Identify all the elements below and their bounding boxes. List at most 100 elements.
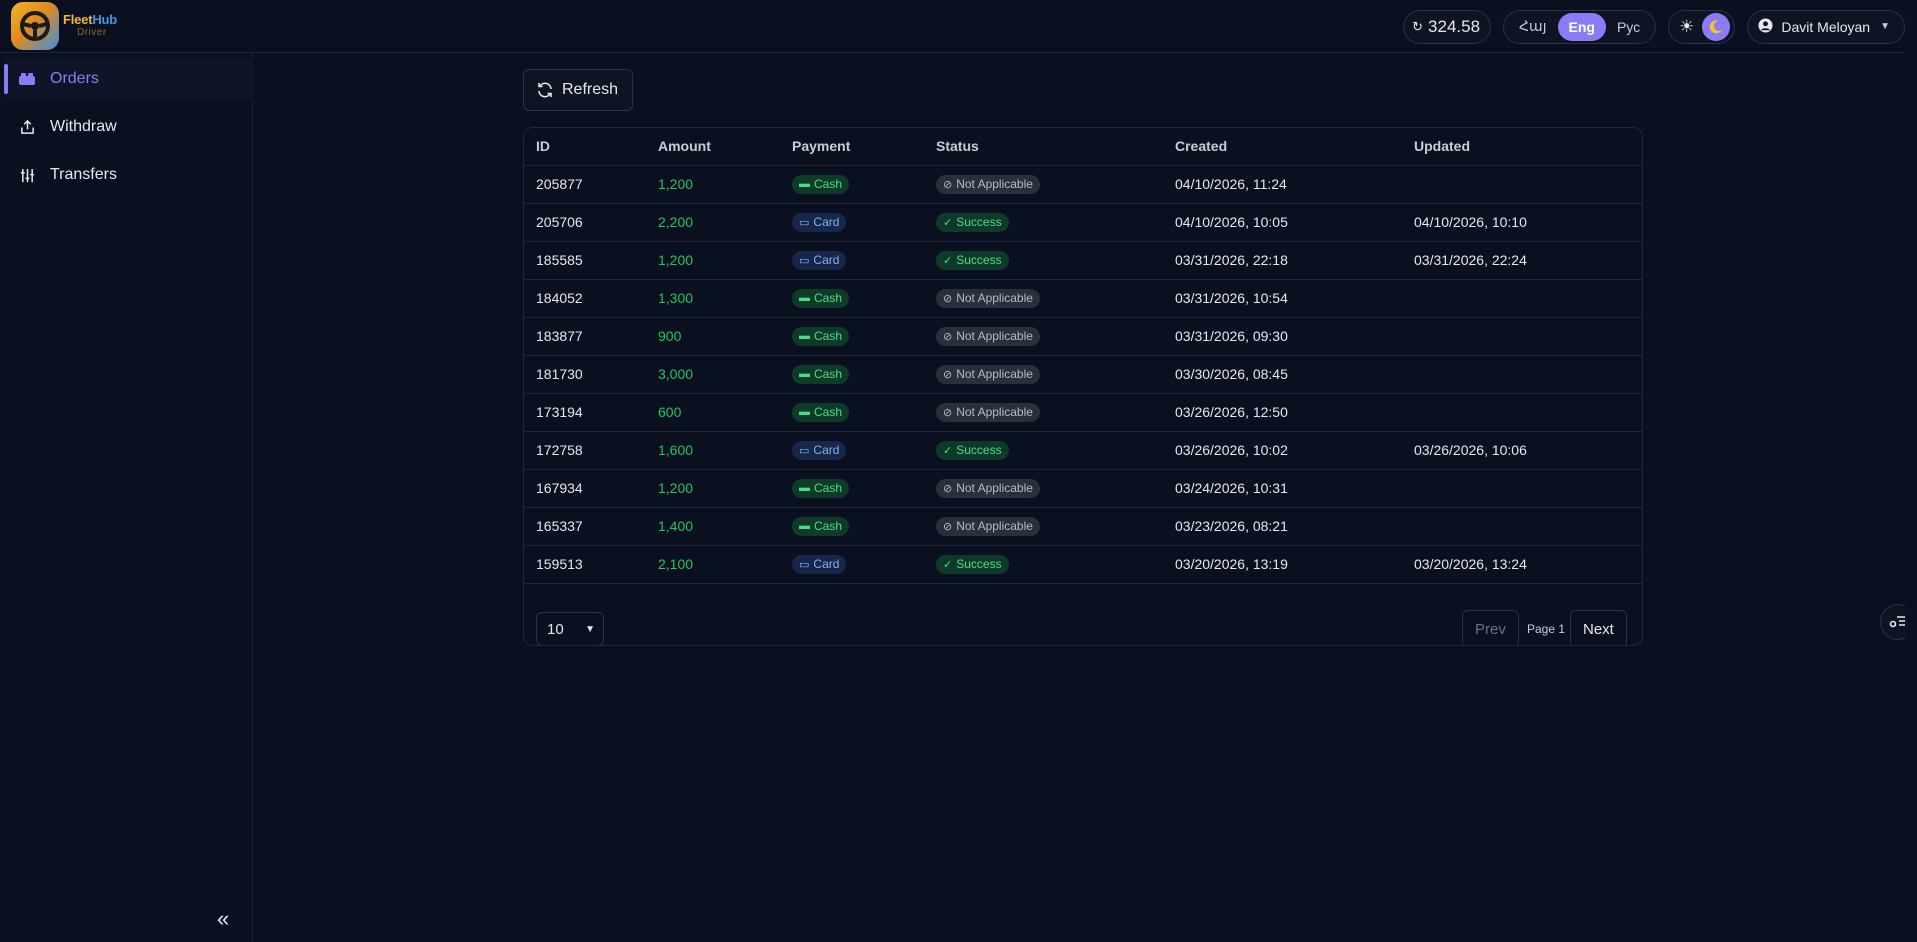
payment-label: Cash bbox=[814, 177, 843, 192]
cell-amount: 2,100 bbox=[646, 545, 780, 584]
table-row[interactable]: 172758 1,600 ▭ Card ✓ Success 03/26/2026, 10:0… bbox=[524, 431, 1642, 470]
payment-label: Cash bbox=[814, 291, 843, 306]
refresh-balance-icon: ↻ bbox=[1412, 18, 1424, 34]
cell-created: 03/26/2026, 10:02 bbox=[1163, 431, 1402, 470]
cell-created: 03/31/2026, 09:30 bbox=[1163, 317, 1402, 356]
cell-payment: ▬ Cash bbox=[780, 355, 924, 394]
payment-label: Cash bbox=[814, 329, 843, 344]
transfers-icon bbox=[18, 168, 36, 183]
cell-updated bbox=[1402, 507, 1642, 546]
cell-status: ⊘ Not Applicable bbox=[924, 469, 1163, 508]
cell-payment: ▬ Cash bbox=[780, 165, 924, 204]
sidebar-item-label: Orders bbox=[50, 70, 99, 87]
status-label: Not Applicable bbox=[956, 291, 1033, 305]
cell-amount: 1,600 bbox=[646, 431, 780, 470]
cell-id: 159513 bbox=[524, 545, 646, 584]
logo-brand: FleetHub bbox=[63, 12, 118, 27]
cell-created: 04/10/2026, 11:24 bbox=[1163, 165, 1402, 204]
table-row[interactable]: 205706 2,200 ▭ Card ✓ Success 04/10/2026, 10:0… bbox=[524, 203, 1642, 242]
table-row[interactable]: 183877 900 ▬ Cash ⊘ Not Applicable 03/31/2026,… bbox=[524, 317, 1642, 356]
lang-en-button[interactable]: Eng bbox=[1557, 12, 1606, 41]
payment-label: Cash bbox=[814, 367, 843, 382]
status-label: Not Applicable bbox=[956, 405, 1033, 419]
column-header-amount[interactable]: Amount bbox=[646, 128, 780, 166]
status-label: Not Applicable bbox=[956, 481, 1033, 495]
table-row[interactable]: 159513 2,100 ▭ Card ✓ Success 03/20/2026, 13:1… bbox=[524, 545, 1642, 584]
refresh-button[interactable]: Refresh bbox=[523, 69, 634, 111]
cell-created: 03/23/2026, 08:21 bbox=[1163, 507, 1402, 546]
cell-status: ⊘ Not Applicable bbox=[924, 355, 1163, 394]
balance-pill[interactable]: ↻ 324.58 bbox=[1403, 9, 1492, 44]
cell-amount: 1,200 bbox=[646, 469, 780, 508]
lang-hy-button[interactable]: Հայ bbox=[1508, 13, 1557, 41]
table-row[interactable]: 165337 1,400 ▬ Cash ⊘ Not Applicable 03/23/202… bbox=[524, 507, 1642, 546]
table-row[interactable]: 173194 600 ▬ Cash ⊘ Not Applicable 03/26/2026,… bbox=[524, 393, 1642, 432]
payment-badge: ▭ Card bbox=[792, 554, 847, 574]
status-label: Not Applicable bbox=[956, 177, 1033, 191]
cell-created: 03/20/2026, 13:19 bbox=[1163, 545, 1402, 584]
lang-ru-button[interactable]: Рус bbox=[1606, 13, 1651, 41]
cell-id: 173194 bbox=[524, 393, 646, 432]
table-row[interactable]: 167934 1,200 ▬ Cash ⊘ Not Applicable 03/24/202… bbox=[524, 469, 1642, 508]
status-label: Success bbox=[956, 557, 1002, 571]
table-row[interactable]: 185585 1,200 ▭ Card ✓ Success 03/31/2026, 22:1… bbox=[524, 241, 1642, 280]
cell-updated: 03/31/2026, 22:24 bbox=[1402, 241, 1642, 280]
sidebar-item-withdraw[interactable]: Withdraw bbox=[4, 107, 253, 147]
page-scrollbar[interactable] bbox=[1905, 0, 1917, 942]
cell-amount: 1,200 bbox=[646, 241, 780, 280]
sidebar-item-label: Withdraw bbox=[50, 118, 117, 135]
status-badge: ⊘ Not Applicable bbox=[936, 326, 1040, 346]
table-row[interactable]: 184052 1,300 ▬ Cash ⊘ Not Applicable 03/31/202… bbox=[524, 279, 1642, 318]
cell-amount: 1,300 bbox=[646, 279, 780, 318]
sidebar-item-transfers[interactable]: Transfers bbox=[4, 155, 253, 195]
cell-id: 172758 bbox=[524, 431, 646, 470]
cell-created: 03/24/2026, 10:31 bbox=[1163, 469, 1402, 508]
page-size-select[interactable]: 10 ▼ bbox=[536, 612, 604, 645]
status-label: Not Applicable bbox=[956, 519, 1033, 533]
cell-payment: ▬ Cash bbox=[780, 279, 924, 318]
payment-badge: ▬ Cash bbox=[792, 174, 850, 194]
column-header-updated[interactable]: Updated bbox=[1402, 128, 1642, 166]
cell-payment: ▬ Cash bbox=[780, 317, 924, 356]
column-header-status[interactable]: Status bbox=[924, 128, 1163, 166]
cell-amount: 2,200 bbox=[646, 203, 780, 242]
table-row[interactable]: 205877 1,200 ▬ Cash ⊘ Not Applicable 04/10/202… bbox=[524, 165, 1642, 204]
steering-wheel-icon bbox=[11, 2, 59, 50]
cell-id: 183877 bbox=[524, 317, 646, 356]
theme-toggle[interactable]: ☀ bbox=[1668, 9, 1736, 44]
cell-created: 03/30/2026, 08:45 bbox=[1163, 355, 1402, 394]
moon-icon[interactable] bbox=[1702, 12, 1731, 41]
cell-amount: 1,400 bbox=[646, 507, 780, 546]
status-badge: ⊘ Not Applicable bbox=[936, 364, 1040, 384]
next-page-button[interactable]: Next bbox=[1570, 610, 1627, 645]
collapse-sidebar-icon[interactable]: « bbox=[217, 906, 229, 932]
payment-label: Cash bbox=[814, 405, 843, 420]
cell-updated bbox=[1402, 165, 1642, 204]
cell-status: ✓ Success bbox=[924, 203, 1163, 242]
language-switcher: Հայ Eng Рус bbox=[1503, 9, 1657, 44]
sidebar-item-label: Transfers bbox=[50, 166, 117, 183]
user-name: Davit Meloyan bbox=[1781, 18, 1871, 35]
sun-icon[interactable]: ☀ bbox=[1679, 17, 1694, 37]
table-row[interactable]: 181730 3,000 ▬ Cash ⊘ Not Applicable 03/30/202… bbox=[524, 355, 1642, 394]
user-menu[interactable]: Davit Meloyan ▼ bbox=[1747, 9, 1905, 44]
column-header-id[interactable]: ID bbox=[524, 128, 646, 166]
payment-badge: ▭ Card bbox=[792, 440, 847, 460]
cell-amount: 900 bbox=[646, 317, 780, 356]
cell-id: 205706 bbox=[524, 203, 646, 242]
withdraw-icon bbox=[18, 119, 36, 135]
status-badge: ⊘ Not Applicable bbox=[936, 288, 1040, 308]
check-icon: ✓ bbox=[943, 254, 953, 267]
cash-icon: ▬ bbox=[799, 330, 810, 343]
credit-card-icon: ▭ bbox=[799, 444, 810, 457]
status-label: Not Applicable bbox=[956, 329, 1033, 343]
cell-status: ✓ Success bbox=[924, 545, 1163, 584]
column-header-created[interactable]: Created bbox=[1163, 128, 1402, 166]
cell-id: 181730 bbox=[524, 355, 646, 394]
prev-page-button[interactable]: Prev bbox=[1462, 610, 1519, 645]
column-header-payment[interactable]: Payment bbox=[780, 128, 924, 166]
logo[interactable]: FleetHub Driver bbox=[11, 2, 117, 50]
cell-created: 03/31/2026, 10:54 bbox=[1163, 279, 1402, 318]
cash-icon: ▬ bbox=[799, 482, 810, 495]
sidebar-item-orders[interactable]: Orders bbox=[4, 59, 253, 99]
